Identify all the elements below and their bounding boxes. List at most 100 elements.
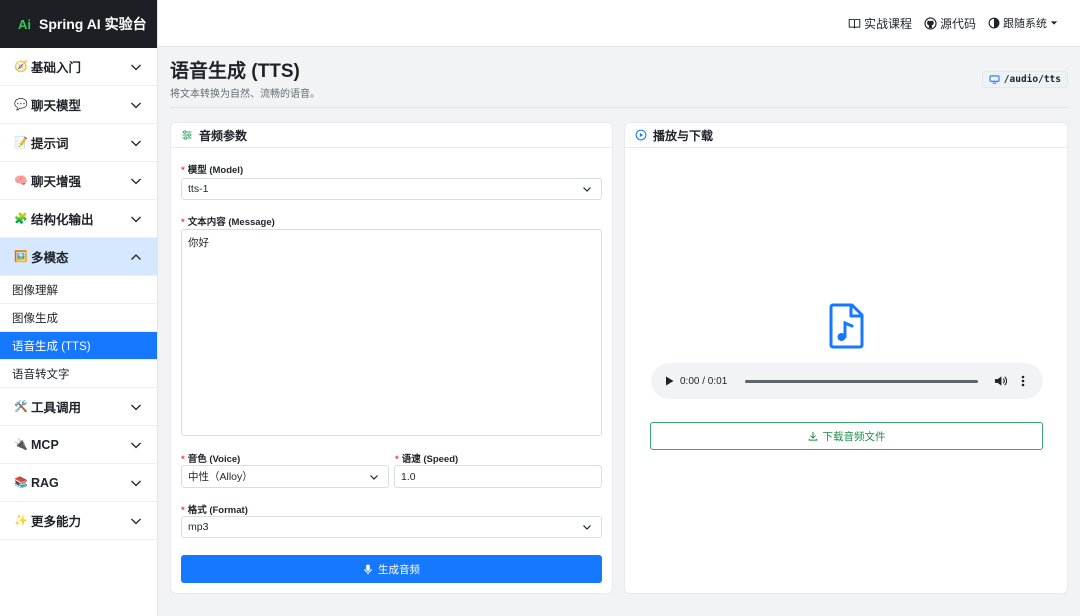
message-textarea[interactable]: 你好 (181, 229, 602, 436)
theme-switch[interactable]: 跟随系统 (988, 15, 1058, 31)
download-audio-button[interactable]: 下载音频文件 (650, 422, 1043, 450)
chevron-up-icon (131, 253, 141, 260)
top-bar: 实战课程 源代码 跟随系统 (158, 0, 1080, 47)
sidebar-item-label-wrap: 🧩 结构化输出 (14, 209, 94, 228)
model-value: tts-1 (188, 183, 209, 195)
sidebar-subitem[interactable]: 语音生成 (TTS) (0, 332, 157, 360)
generate-audio-label: 生成音频 (378, 563, 420, 576)
playback-header: 播放与下载 (625, 123, 1067, 148)
page-subtitle: 将文本转换为自然、流畅的语音。 (170, 89, 320, 100)
sidebar-item-label: 提示词 (31, 137, 69, 151)
sidebar-item-label-wrap: 📚 RAG (14, 476, 59, 490)
sidebar-item-label-wrap: 📝 提示词 (14, 133, 69, 152)
sidebar-item-label-wrap: ✨ 更多能力 (14, 511, 81, 530)
audio-time: 0:00 / 0:01 (680, 375, 728, 387)
api-path-badge: /audio/tts (981, 71, 1068, 88)
voice-select[interactable]: 中性（Alloy） (181, 465, 389, 488)
sidebar-item-label-wrap: 🧭 基础入门 (14, 57, 81, 76)
chevron-down-icon (131, 216, 141, 222)
sidebar-item-label: 工具调用 (31, 401, 82, 415)
course-link-label: 实战课程 (863, 16, 912, 31)
sidebar-item-label-wrap: 🔌 MCP (14, 438, 59, 452)
sidebar-item-emoji: 🖼️ (14, 251, 28, 263)
more-options-icon[interactable] (1021, 375, 1025, 387)
generate-audio-button[interactable]: 生成音频 (181, 555, 602, 583)
sidebar-item[interactable]: 💬 聊天模型 (0, 86, 157, 124)
chevron-down-icon (131, 404, 141, 410)
download-audio-label: 下载音频文件 (822, 430, 886, 443)
app-logo[interactable]: Ai Spring AI 实验台 (0, 0, 157, 48)
sidebar-subitem[interactable]: 图像理解 (0, 276, 157, 304)
model-select[interactable]: tts-1 (181, 178, 602, 200)
sidebar-item[interactable]: 🧩 结构化输出 (0, 200, 157, 238)
sidebar: Ai Spring AI 实验台 🧭 基础入门 💬 聊天模型 📝 提示词 🧠 聊天增强 🧩 结构化… (0, 0, 158, 616)
audio-params-header: 音频参数 (171, 123, 612, 148)
sidebar-item[interactable]: 🧠 聊天增强 (0, 162, 157, 200)
chevron-down-icon (583, 525, 591, 530)
sliders-icon (182, 130, 192, 140)
sidebar-item-label-wrap: 🛠️ 工具调用 (14, 397, 81, 416)
voice-label: * 音色 (Voice) (181, 454, 241, 465)
contrast-icon (988, 17, 1000, 29)
play-icon[interactable] (665, 376, 674, 386)
model-label: * 模型 (Model) (181, 165, 244, 176)
format-select[interactable]: mp3 (181, 516, 602, 538)
book-icon (848, 18, 861, 28)
playback-card: 播放与下载 0:00 / 0:01 下载音频文件 (624, 122, 1068, 594)
page-header: 语音生成 (TTS) 将文本转换为自然、流畅的语音。 /audio/tts (170, 60, 1068, 108)
page-title: 语音生成 (TTS) (170, 61, 300, 82)
sidebar-item-label-wrap: 💬 聊天模型 (14, 95, 81, 114)
microphone-icon (364, 563, 372, 575)
sidebar-item-emoji: 📚 (14, 477, 28, 489)
sidebar-item-label: 基础入门 (31, 61, 82, 75)
theme-label: 跟随系统 (1003, 18, 1047, 30)
message-value: 你好 (188, 237, 209, 249)
speed-input[interactable]: 1.0 (394, 465, 602, 488)
sidebar-subitem[interactable]: 图像生成 (0, 304, 157, 332)
volume-icon[interactable] (994, 375, 1007, 387)
github-icon (924, 16, 937, 30)
sidebar-item[interactable]: 🖼️ 多模态 (0, 238, 157, 276)
speed-label: * 语速 (Speed) (395, 454, 459, 465)
course-link[interactable]: 实战课程 (848, 15, 912, 32)
sidebar-item[interactable]: ✨ 更多能力 (0, 502, 157, 540)
chevron-down-icon (131, 178, 141, 184)
chevron-down-icon (370, 474, 378, 480)
sidebar-item-label: RAG (31, 475, 59, 490)
chevron-down-icon (131, 102, 141, 108)
audio-player: 0:00 / 0:01 (651, 363, 1043, 399)
chevron-down-icon (131, 518, 141, 524)
sidebar-item-emoji: 💬 (14, 99, 28, 111)
format-label: * 格式 (Format) (181, 505, 248, 516)
sidebar-item-emoji: 🧭 (14, 61, 28, 73)
api-path: /audio/tts (1003, 74, 1061, 85)
sidebar-item[interactable]: 📝 提示词 (0, 124, 157, 162)
source-link[interactable]: 源代码 (924, 15, 976, 32)
audio-file-icon (829, 303, 864, 349)
sidebar-item-emoji: 🧩 (14, 213, 28, 225)
message-label: * 文本内容 (Message) (181, 217, 275, 228)
playback-title: 播放与下载 (653, 128, 714, 143)
download-icon (808, 431, 817, 441)
sidebar-item-label: 多模态 (31, 251, 69, 265)
audio-params-card: 音频参数 * 模型 (Model) tts-1 * 文本内容 (Message) 你… (170, 122, 613, 594)
chevron-down-icon (131, 442, 141, 448)
sidebar-item[interactable]: 🧭 基础入门 (0, 48, 157, 86)
chevron-down-icon (583, 187, 591, 192)
sidebar-item[interactable]: 📚 RAG (0, 464, 157, 502)
api-icon (989, 75, 1000, 84)
app-title: Spring AI 实验台 (39, 16, 147, 32)
voice-value: 中性（Alloy） (188, 471, 253, 483)
audio-params-title: 音频参数 (199, 128, 248, 143)
format-value: mp3 (188, 521, 209, 533)
sidebar-item[interactable]: 🔌 MCP (0, 426, 157, 464)
sidebar-item-emoji: 🧠 (14, 175, 28, 187)
sidebar-subitem[interactable]: 语音转文字 (0, 360, 157, 388)
sidebar-item[interactable]: 🛠️ 工具调用 (0, 388, 157, 426)
sidebar-item-label: 更多能力 (31, 515, 82, 529)
sidebar-item-label: 聊天模型 (31, 99, 82, 113)
sidebar-item-label-wrap: 🖼️ 多模态 (14, 247, 69, 266)
sidebar-item-emoji: 🛠️ (14, 401, 28, 413)
sidebar-item-emoji: 📝 (14, 137, 28, 149)
audio-progress-track[interactable] (745, 380, 978, 383)
